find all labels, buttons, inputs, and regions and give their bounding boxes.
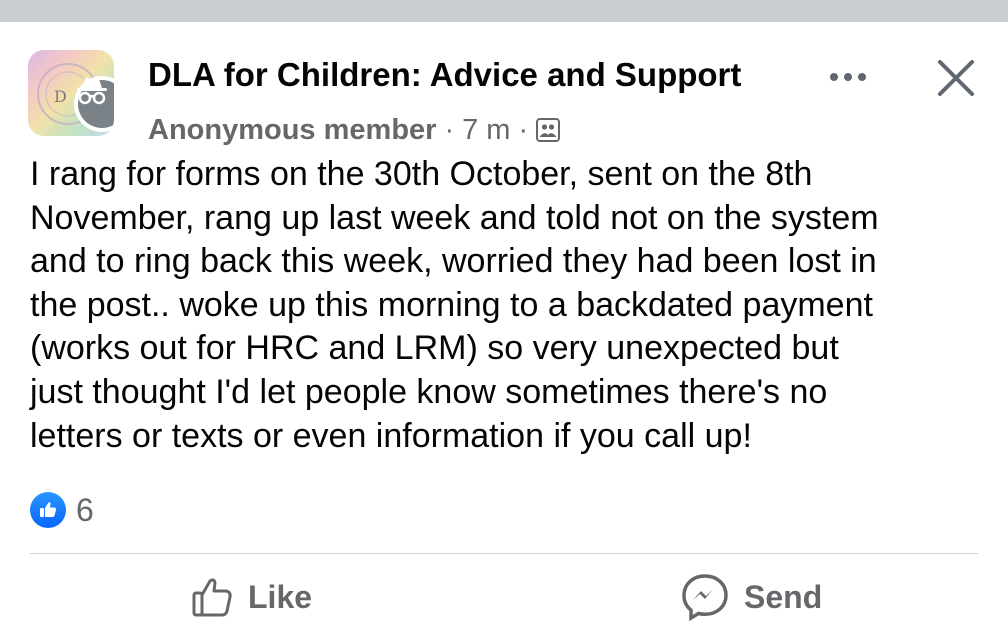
top-divider bbox=[0, 0, 1008, 22]
like-button-label: Like bbox=[248, 578, 313, 615]
more-options-button[interactable] bbox=[826, 62, 870, 92]
post-meta: Anonymous member · 7 m · bbox=[148, 110, 561, 150]
post-header: D DLA for Children: Advice and Support A… bbox=[28, 50, 988, 146]
like-reaction-icon bbox=[30, 492, 66, 528]
group-name[interactable]: DLA for Children: Advice and Support bbox=[148, 56, 741, 94]
actions-divider bbox=[30, 553, 978, 554]
send-button-label: Send bbox=[744, 578, 823, 615]
post-timestamp[interactable]: 7 m bbox=[462, 114, 510, 147]
group-members-icon bbox=[536, 118, 561, 142]
group-avatar[interactable]: D bbox=[28, 50, 114, 136]
close-button[interactable] bbox=[928, 52, 984, 104]
incognito-icon bbox=[77, 77, 107, 105]
meta-separator: · bbox=[518, 113, 529, 146]
send-button[interactable]: Send bbox=[680, 572, 822, 622]
author-name[interactable]: Anonymous member bbox=[148, 114, 436, 147]
more-options-icon bbox=[830, 73, 866, 81]
meta-separator: · bbox=[444, 113, 455, 146]
thumbs-up-icon bbox=[192, 578, 232, 617]
like-button[interactable]: Like bbox=[190, 572, 312, 622]
reactions-summary[interactable]: 6 bbox=[30, 491, 94, 529]
close-icon bbox=[938, 60, 974, 96]
reaction-count: 6 bbox=[76, 491, 94, 528]
svg-text:D: D bbox=[54, 87, 67, 106]
messenger-icon bbox=[682, 574, 728, 622]
post-body-text: I rang for forms on the 30th October, se… bbox=[30, 155, 879, 455]
